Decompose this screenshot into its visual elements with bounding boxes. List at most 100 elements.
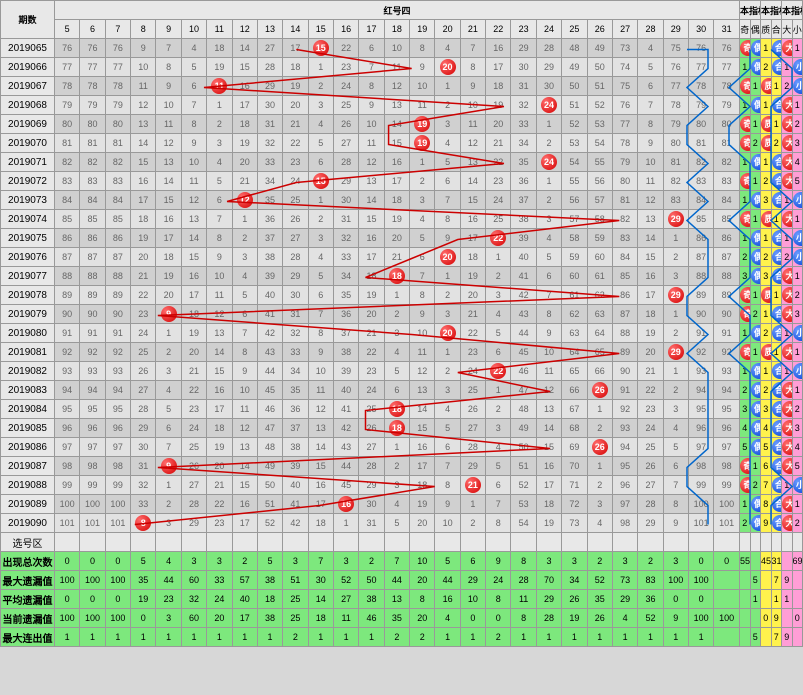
ind-miss: 2 xyxy=(761,172,772,191)
stat-cell: 0 xyxy=(460,609,485,628)
miss-cell: 21 xyxy=(486,134,511,153)
miss-cell: 35 xyxy=(333,286,358,305)
stat-ind xyxy=(740,590,751,609)
sel-cell[interactable] xyxy=(511,533,536,552)
miss-cell: 20 xyxy=(232,153,257,172)
miss-cell: 90 xyxy=(714,305,740,324)
miss-cell: 7 xyxy=(486,495,511,514)
stat-cell: 2 xyxy=(410,628,435,647)
miss-cell: 34 xyxy=(333,267,358,286)
stat-cell: 4 xyxy=(435,609,460,628)
sel-cell[interactable] xyxy=(80,533,105,552)
stat-cell: 44 xyxy=(384,571,409,590)
miss-cell: 9 xyxy=(156,77,181,96)
sel-cell[interactable] xyxy=(714,533,740,552)
sel-cell[interactable] xyxy=(587,533,612,552)
miss-cell: 92 xyxy=(55,343,80,362)
sel-cell[interactable] xyxy=(410,533,435,552)
sel-cell[interactable] xyxy=(105,533,130,552)
miss-cell: 22 xyxy=(359,343,384,362)
miss-cell: 12 xyxy=(460,134,485,153)
stat-label: 出现总次数 xyxy=(1,552,55,571)
miss-cell: 10 xyxy=(410,77,435,96)
miss-cell: 8 xyxy=(410,286,435,305)
hit-cell: 24 xyxy=(536,96,561,115)
miss-cell: 34 xyxy=(511,134,536,153)
miss-cell: 83 xyxy=(55,172,80,191)
sel-cell[interactable] xyxy=(359,533,384,552)
data-row: 2019076878787201815933828433172162018140… xyxy=(1,248,803,267)
stat-cell: 44 xyxy=(156,571,181,590)
ind-ball: 偶 xyxy=(751,496,761,512)
sel-cell[interactable] xyxy=(308,533,333,552)
stat-cell: 6 xyxy=(460,552,485,571)
miss-cell: 2 xyxy=(410,172,435,191)
stat-cell: 46 xyxy=(359,609,384,628)
num-header: 14 xyxy=(283,20,308,39)
sel-cell[interactable] xyxy=(232,533,257,552)
miss-cell: 4 xyxy=(308,115,333,134)
sel-cell[interactable] xyxy=(257,533,282,552)
miss-cell: 1 xyxy=(156,324,181,343)
sel-cell[interactable] xyxy=(333,533,358,552)
miss-cell: 80 xyxy=(105,115,130,134)
sel-cell[interactable] xyxy=(486,533,511,552)
sel-cell[interactable] xyxy=(181,533,206,552)
miss-cell: 4 xyxy=(486,305,511,324)
sel-cell[interactable] xyxy=(283,533,308,552)
sel-cell[interactable] xyxy=(207,533,232,552)
stat-cell: 1 xyxy=(131,628,156,647)
sel-cell[interactable] xyxy=(688,533,713,552)
stat-cell: 1 xyxy=(207,628,232,647)
ind-ball: 大 xyxy=(782,211,792,227)
sel-cell[interactable] xyxy=(55,533,80,552)
miss-cell: 98 xyxy=(80,457,105,476)
sel-cell[interactable] xyxy=(435,533,460,552)
data-row: 2019074858585181613713626231151948162538… xyxy=(1,210,803,229)
ind-miss: 1 xyxy=(792,96,803,115)
miss-cell: 13 xyxy=(181,210,206,229)
ind-miss: 2 xyxy=(740,514,751,533)
miss-cell: 5 xyxy=(308,267,333,286)
miss-cell: 97 xyxy=(80,438,105,457)
stat-cell: 60 xyxy=(181,609,206,628)
ind-hit: 合 xyxy=(771,267,782,286)
miss-cell: 1 xyxy=(486,248,511,267)
stat-cell: 100 xyxy=(105,609,130,628)
stat-cell: 1 xyxy=(232,628,257,647)
sel-cell[interactable] xyxy=(156,533,181,552)
miss-cell: 93 xyxy=(714,362,740,381)
ind-hit: 合 xyxy=(771,153,782,172)
stat-cell: 0 xyxy=(105,590,130,609)
miss-cell: 5 xyxy=(435,153,460,172)
sel-cell[interactable] xyxy=(612,533,637,552)
sel-cell[interactable] xyxy=(384,533,409,552)
miss-cell: 51 xyxy=(511,457,536,476)
miss-cell: 26 xyxy=(131,362,156,381)
ind-miss: 6 xyxy=(761,457,772,476)
sel-cell[interactable] xyxy=(536,533,561,552)
data-row: 2019072838383161411521342415291317261423… xyxy=(1,172,803,191)
ind-ball: 偶 xyxy=(751,40,761,56)
sel-cell[interactable] xyxy=(663,533,688,552)
sel-cell[interactable] xyxy=(638,533,663,552)
miss-cell: 10 xyxy=(181,153,206,172)
ind-ball: 偶 xyxy=(751,420,761,436)
miss-cell: 19 xyxy=(283,77,308,96)
sel-cell[interactable] xyxy=(131,533,156,552)
period-cell: 2019065 xyxy=(1,39,55,58)
stat-label: 最大连出值 xyxy=(1,628,55,647)
stat-cell: 8 xyxy=(410,590,435,609)
stat-cell: 0 xyxy=(55,590,80,609)
sel-cell[interactable] xyxy=(460,533,485,552)
miss-cell: 4 xyxy=(638,39,663,58)
miss-cell: 74 xyxy=(612,58,637,77)
miss-cell: 96 xyxy=(105,419,130,438)
miss-cell: 1 xyxy=(460,495,485,514)
sel-cell[interactable] xyxy=(562,533,587,552)
miss-cell: 20 xyxy=(460,286,485,305)
ind-hit: 偶 xyxy=(750,514,761,533)
red-ball: 18 xyxy=(389,268,405,284)
ind-hit: 偶 xyxy=(750,419,761,438)
miss-cell: 4 xyxy=(410,210,435,229)
